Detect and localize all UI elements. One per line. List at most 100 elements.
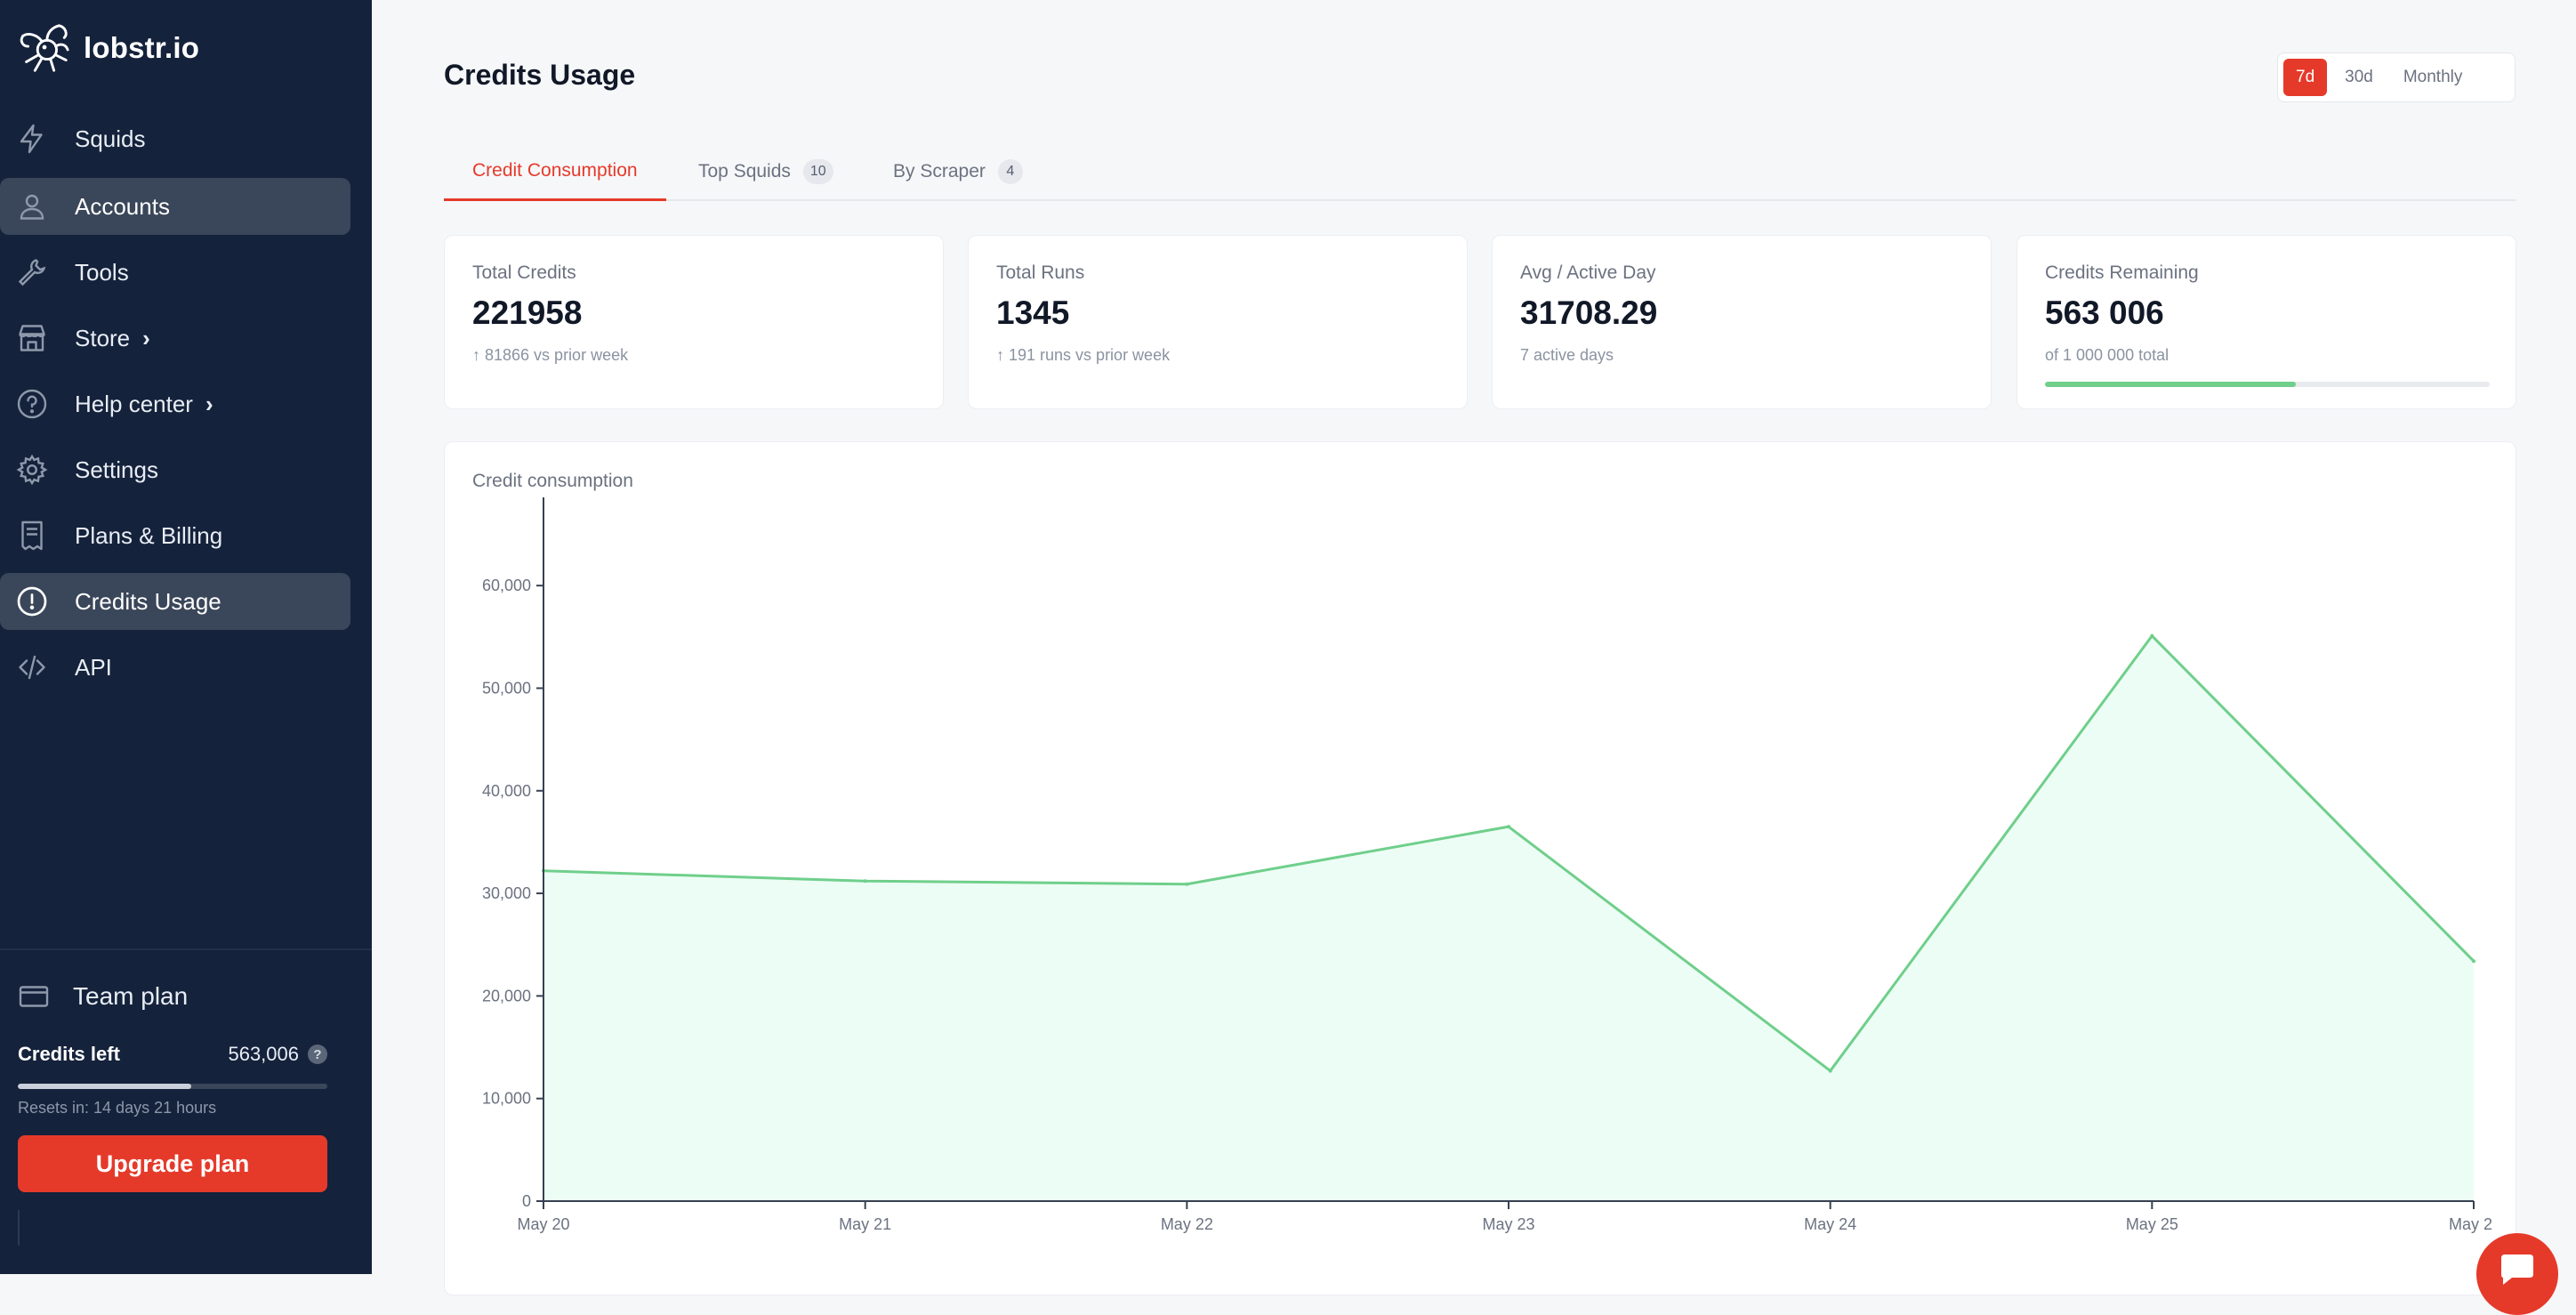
stat-value: 1345 <box>996 294 1070 331</box>
tab-badge: 4 <box>997 159 1023 184</box>
card-icon <box>18 980 50 1012</box>
sidebar-item-label: Store <box>75 324 131 351</box>
store-icon <box>16 322 48 354</box>
team-plan-label: Team plan <box>73 982 189 1010</box>
page-title: Credits Usage <box>444 59 636 91</box>
credit-consumption-chart: 0 10,000 20,000 30,000 40,000 50,000 60,000 May… <box>482 497 2492 1233</box>
credits-left-progress <box>18 1084 327 1089</box>
y-tick-label: 0 <box>522 1192 531 1210</box>
stat-value: 31708.29 <box>1520 294 1658 331</box>
sidebar-footer-divider <box>18 1210 20 1246</box>
y-tick-label: 30,000 <box>482 884 531 902</box>
lobster-logo-icon <box>16 20 71 76</box>
tab-badge: 10 <box>802 159 833 184</box>
upgrade-plan-button[interactable]: Upgrade plan <box>18 1135 327 1192</box>
alert-circle-icon <box>16 585 48 617</box>
credits-left-value: 563,006 <box>228 1043 299 1065</box>
sidebar-item-settings[interactable]: Settings <box>0 441 350 498</box>
sidebar-item-plans-billing[interactable]: Plans & Billing <box>0 507 350 564</box>
tab-bar: Credit Consumption Top Squids 10 By Scra… <box>444 142 2516 201</box>
user-icon <box>16 190 48 222</box>
chevron-right-icon: › <box>205 390 213 417</box>
data-point <box>1828 1069 1832 1073</box>
receipt-icon <box>16 520 48 552</box>
sidebar-item-label: Squids <box>75 125 146 152</box>
chat-icon <box>2501 1254 2533 1285</box>
range-30d-button[interactable]: 30d <box>2332 59 2386 96</box>
wrench-icon <box>16 256 48 288</box>
stat-sub: ↑ 81866 vs prior week <box>472 346 629 364</box>
stat-label: Avg / Active Day <box>1520 262 1656 283</box>
y-tick-label: 20,000 <box>482 987 531 1004</box>
credits-left: Credits left 563,006 ? <box>18 1043 327 1066</box>
range-toggle: 7d 30d Monthly <box>2277 52 2516 102</box>
data-point <box>1185 882 1189 886</box>
sidebar-item-label: Accounts <box>75 192 170 220</box>
stat-card-avg-active-day: Avg / Active Day 31708.29 7 active days <box>1492 235 1992 409</box>
x-tick-label: May 23 <box>1482 1215 1534 1233</box>
credits-left-progress-fill <box>18 1084 191 1089</box>
brand-name: lobstr.io <box>84 31 200 64</box>
stat-label: Credits Remaining <box>2045 262 2199 283</box>
stat-card-credits-remaining: Credits Remaining 563 006 of 1 000 000 t… <box>2017 235 2516 409</box>
sidebar-item-label: Help center <box>75 390 193 417</box>
tab-label: Top Squids <box>698 161 791 182</box>
brand[interactable]: lobstr.io <box>16 20 199 77</box>
sidebar-divider <box>0 948 372 950</box>
stat-sub: 7 active days <box>1520 346 1614 364</box>
question-icon <box>16 388 48 420</box>
y-tick-label: 10,000 <box>482 1090 531 1108</box>
sidebar: lobstr.io Squids Accounts Tools Store › … <box>0 0 372 1274</box>
code-icon <box>16 651 48 683</box>
x-tick-label: May 22 <box>1161 1215 1213 1233</box>
credits-remaining-progress-fill <box>2045 382 2296 387</box>
credits-remaining-progress <box>2045 382 2490 387</box>
stat-label: Total Runs <box>996 262 1085 283</box>
tab-credit-consumption[interactable]: Credit Consumption <box>444 142 666 201</box>
sidebar-item-help-center[interactable]: Help center › <box>0 375 350 432</box>
y-tick-label: 60,000 <box>482 577 531 594</box>
range-7d-button[interactable]: 7d <box>2283 59 2328 96</box>
stat-sub: of 1 000 000 total <box>2045 346 2169 364</box>
stat-value: 221958 <box>472 294 583 331</box>
x-tick-label: May 2 <box>2449 1215 2492 1233</box>
sidebar-item-api[interactable]: API <box>0 639 350 696</box>
credits-left-group: 563,006 ? <box>228 1043 327 1066</box>
sidebar-item-accounts[interactable]: Accounts <box>0 178 350 235</box>
stat-value: 563 006 <box>2045 294 2164 331</box>
sidebar-item-label: API <box>75 653 112 681</box>
x-tick-label: May 24 <box>1804 1215 1856 1233</box>
sidebar-item-store[interactable]: Store › <box>0 310 350 367</box>
data-point <box>2150 633 2154 638</box>
sidebar-item-squids[interactable]: Squids <box>0 110 350 167</box>
gear-icon <box>16 454 48 486</box>
x-tick-label: May 25 <box>2126 1215 2178 1233</box>
tab-top-squids[interactable]: Top Squids 10 <box>698 142 833 201</box>
data-point <box>863 879 867 883</box>
sidebar-item-label: Credits Usage <box>75 587 221 615</box>
team-plan[interactable]: Team plan <box>18 980 188 1012</box>
tab-label: Credit Consumption <box>472 159 638 181</box>
range-monthly-button[interactable]: Monthly <box>2391 59 2475 96</box>
stat-sub: ↑ 191 runs vs prior week <box>996 346 1171 364</box>
chevron-right-icon: › <box>142 324 150 351</box>
stat-card-total-runs: Total Runs 1345 ↑ 191 runs vs prior week <box>968 235 1468 409</box>
help-icon[interactable]: ? <box>308 1045 327 1064</box>
stat-card-total-credits: Total Credits 221958 ↑ 81866 vs prior we… <box>444 235 944 409</box>
sidebar-item-label: Tools <box>75 258 129 286</box>
sidebar-item-credits-usage[interactable]: Credits Usage <box>0 573 350 630</box>
tab-label: By Scraper <box>893 161 986 182</box>
credits-left-label: Credits left <box>18 1043 120 1065</box>
credits-reset-text: Resets in: 14 days 21 hours <box>18 1099 217 1117</box>
sidebar-item-label: Settings <box>75 456 158 483</box>
sidebar-item-label: Plans & Billing <box>75 521 223 549</box>
area-fill <box>543 635 2474 1201</box>
y-tick-label: 40,000 <box>482 782 531 800</box>
data-point <box>2472 959 2475 964</box>
chat-launcher-button[interactable] <box>2476 1233 2558 1315</box>
tab-by-scraper[interactable]: By Scraper 4 <box>893 142 1023 201</box>
x-tick-label: May 21 <box>839 1215 891 1233</box>
sidebar-item-tools[interactable]: Tools <box>0 244 350 301</box>
x-tick-label: May 20 <box>517 1215 569 1233</box>
data-point <box>1507 825 1510 829</box>
